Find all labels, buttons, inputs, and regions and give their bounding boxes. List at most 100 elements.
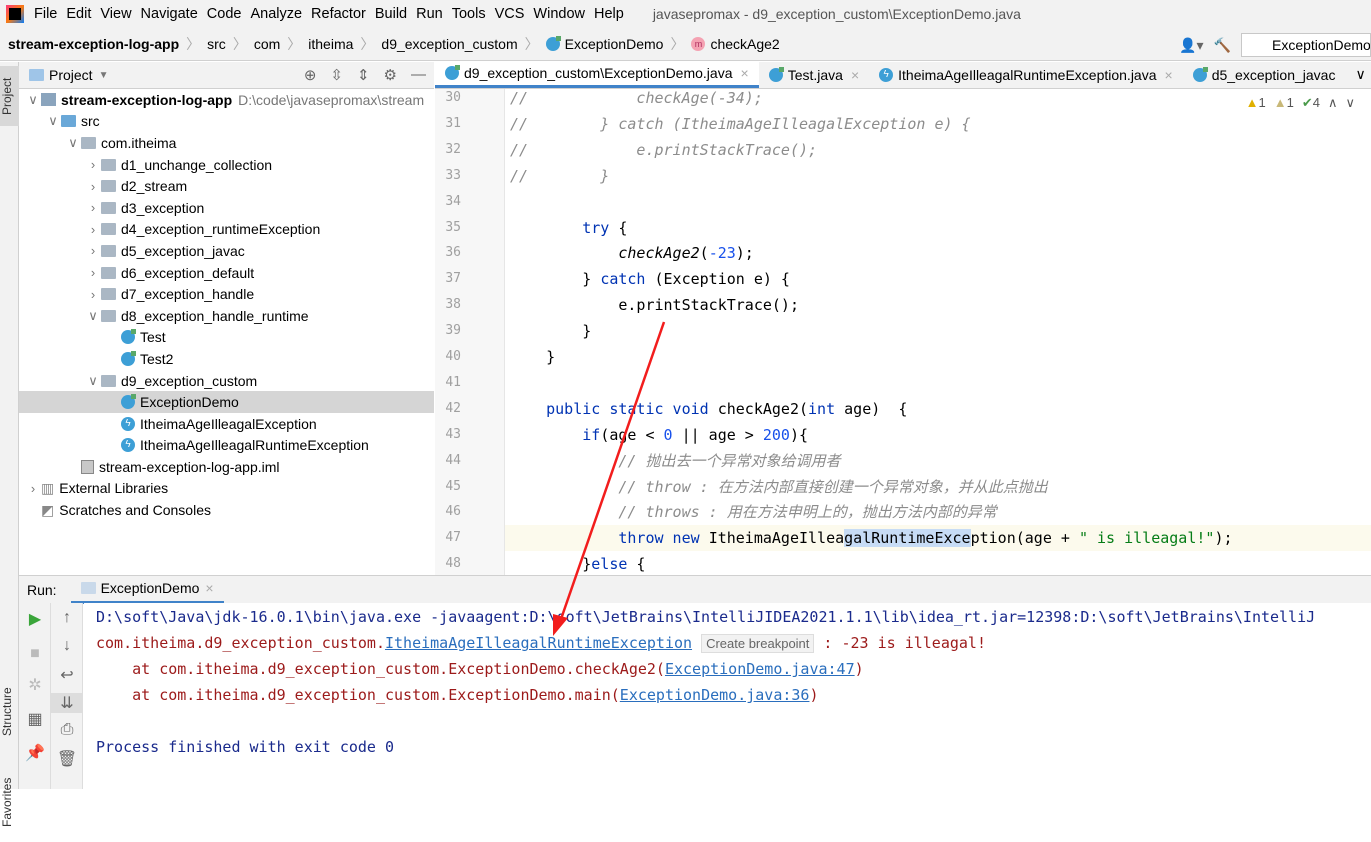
scroll-to-end-icon[interactable]: ⇊ [51, 693, 83, 713]
chevron-right-icon[interactable]: › [85, 265, 101, 280]
menu-window[interactable]: Window [533, 6, 585, 22]
tree-item[interactable]: › d6_exception_default [19, 262, 434, 284]
tree-item[interactable]: stream-exception-log-app.iml [19, 456, 434, 478]
soft-wrap-icon[interactable]: ↩ [51, 665, 83, 685]
chevron-right-icon[interactable]: › [85, 222, 101, 237]
layout-icon[interactable]: ▦ [19, 709, 51, 729]
tree-item[interactable]: Test [19, 327, 434, 349]
source-link[interactable]: ExceptionDemo.java:36 [620, 686, 810, 704]
tree-item[interactable]: › d4_exception_runtimeException [19, 219, 434, 241]
menu-refactor[interactable]: Refactor [311, 6, 366, 22]
down-arrow-icon[interactable]: ↓ [51, 637, 83, 655]
tree-item[interactable]: ∨ src [19, 111, 434, 133]
chevron-down-icon[interactable]: ∨ [25, 92, 41, 108]
tree-item[interactable]: ExceptionDemo [19, 391, 434, 413]
editor-tab[interactable]: d5_exception_javac [1183, 61, 1346, 88]
tree-item[interactable]: ◩ Scratches and Consoles [19, 499, 434, 521]
print-icon[interactable]: ⎙ [51, 721, 83, 739]
tree-item[interactable]: › d7_exception_handle [19, 283, 434, 305]
menu-tools[interactable]: Tools [452, 6, 486, 22]
pin-icon[interactable]: 📌 [19, 743, 51, 763]
menu-vcs[interactable]: VCS [495, 6, 525, 22]
close-icon[interactable]: × [741, 65, 749, 81]
up-arrow-icon[interactable]: ↑ [51, 609, 83, 627]
tree-item[interactable]: › d2_stream [19, 175, 434, 197]
tree-item[interactable]: › ▥ External Libraries [19, 478, 434, 500]
code-editor[interactable]: 30 31 32 33 34 35 36 37 38 39 40 41 42 43 44 45 46 47 48 ▲… [435, 89, 1371, 575]
menu-build[interactable]: Build [375, 6, 407, 22]
menu-code[interactable]: Code [207, 6, 242, 22]
menu-file[interactable]: File [34, 6, 57, 22]
editor-tab[interactable]: Test.java × [759, 61, 869, 88]
menu-view[interactable]: View [100, 6, 131, 22]
tree-item[interactable]: › d3_exception [19, 197, 434, 219]
project-side-tab[interactable]: Project [0, 66, 19, 126]
inspection-widget[interactable]: ▲1 ▲1 ✔4 ∧ ∨ [1246, 95, 1355, 111]
typo-count[interactable]: ✔4 [1302, 95, 1320, 111]
chevron-right-icon[interactable]: › [85, 287, 101, 302]
console-output[interactable]: D:\soft\Java\jdk-16.0.1\bin\java.exe -ja… [84, 603, 1371, 789]
chevron-right-icon[interactable]: › [85, 179, 101, 194]
menu-navigate[interactable]: Navigate [141, 6, 198, 22]
editor-tab[interactable]: d9_exception_custom\ExceptionDemo.java × [435, 61, 759, 88]
project-view-select[interactable]: Project [49, 67, 93, 83]
exception-class-link[interactable]: ItheimaAgeIlleagalRuntimeException [385, 634, 692, 652]
gear-icon[interactable]: ⚙ [384, 66, 397, 84]
collapse-all-icon[interactable]: ⇕ [357, 66, 370, 84]
editor-tab[interactable]: ϟ ItheimaAgeIlleagalRuntimeException.java… [869, 61, 1183, 88]
tree-item[interactable]: › d5_exception_javac [19, 240, 434, 262]
rerun-icon[interactable]: ▶ [19, 609, 51, 629]
trash-icon[interactable]: 🗑 [51, 749, 83, 769]
locate-icon[interactable]: ⊕ [304, 66, 317, 84]
source-link[interactable]: ExceptionDemo.java:47 [665, 660, 855, 678]
debug-icon[interactable]: ✲ [19, 675, 51, 695]
chevron-down-icon[interactable]: ∨ [65, 135, 81, 151]
weak-warning-count[interactable]: ▲1 [1274, 95, 1294, 111]
tree-item[interactable]: › d1_unchange_collection [19, 154, 434, 176]
chevron-right-icon[interactable]: › [85, 200, 101, 215]
tree-item[interactable]: ϟ ItheimaAgeIlleagalException [19, 413, 434, 435]
prev-highlight-icon[interactable]: ∧ [1328, 95, 1338, 111]
tree-item[interactable]: ∨ com.itheima [19, 132, 434, 154]
breadcrumb-item[interactable]: m checkAge2 [691, 36, 780, 52]
chevron-down-icon[interactable]: ∨ [45, 113, 61, 129]
breadcrumb-item[interactable]: d9_exception_custom [381, 36, 517, 52]
chevron-down-icon[interactable]: ▼ [99, 70, 109, 81]
menu-edit[interactable]: Edit [66, 6, 91, 22]
breadcrumb-item[interactable]: com [254, 36, 280, 52]
breadcrumb-item[interactable]: src [207, 36, 226, 52]
close-icon[interactable]: × [205, 580, 213, 596]
hide-icon[interactable]: — [411, 66, 426, 84]
run-config-select[interactable]: ExceptionDemo [1241, 33, 1371, 57]
run-tab-exceptiondemo[interactable]: ExceptionDemo × [70, 576, 224, 604]
next-highlight-icon[interactable]: ∨ [1345, 95, 1355, 111]
structure-side-tab[interactable]: Structure [0, 672, 19, 752]
chevron-right-icon[interactable]: › [25, 481, 41, 496]
tree-item[interactable]: ϟ ItheimaAgeIlleagalRuntimeException [19, 435, 434, 457]
tree-item[interactable]: Test2 [19, 348, 434, 370]
menu-help[interactable]: Help [594, 6, 624, 22]
user-icon[interactable]: 👤▾ [1179, 37, 1203, 54]
build-hammer-icon[interactable]: 🔨 [1214, 37, 1231, 54]
favorites-side-tab[interactable]: Favorites [0, 762, 19, 842]
stop-icon[interactable]: ■ [19, 645, 51, 663]
expand-all-icon[interactable]: ⇳ [330, 66, 343, 84]
code-line: // } [510, 163, 609, 189]
chevron-right-icon[interactable]: › [85, 157, 101, 172]
tabs-overflow-chevron-icon[interactable]: ∨ [1345, 61, 1371, 88]
tree-item[interactable]: ∨ stream-exception-log-app D:\code\javasep… [19, 89, 434, 111]
breadcrumb-item[interactable]: itheima [308, 36, 353, 52]
menu-run[interactable]: Run [416, 6, 443, 22]
chevron-down-icon[interactable]: ∨ [85, 373, 101, 389]
close-icon[interactable]: × [1165, 67, 1173, 83]
close-icon[interactable]: × [851, 67, 859, 83]
breadcrumb-item[interactable]: ExceptionDemo [545, 36, 663, 52]
create-breakpoint-tooltip[interactable]: Create breakpoint [701, 634, 815, 653]
chevron-right-icon[interactable]: › [85, 243, 101, 258]
breadcrumb-item[interactable]: stream-exception-log-app [8, 36, 179, 52]
chevron-down-icon[interactable]: ∨ [85, 308, 101, 324]
warning-count[interactable]: ▲1 [1246, 95, 1266, 111]
tree-item[interactable]: ∨ d8_exception_handle_runtime [19, 305, 434, 327]
menu-analyze[interactable]: Analyze [250, 6, 302, 22]
tree-item[interactable]: ∨ d9_exception_custom [19, 370, 434, 392]
